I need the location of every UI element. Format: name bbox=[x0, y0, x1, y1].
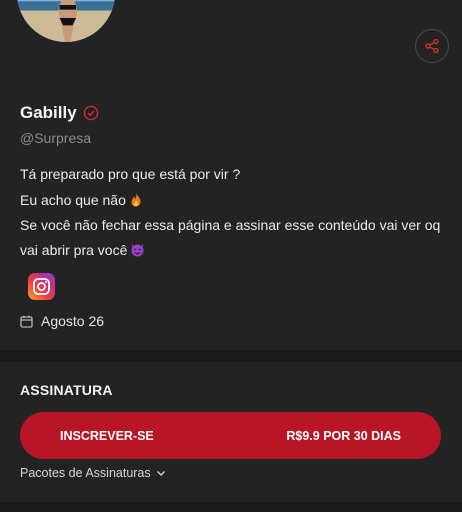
profile-name: Gabilly bbox=[20, 103, 77, 122]
avatar[interactable] bbox=[13, 0, 119, 46]
name-row: Gabilly bbox=[20, 103, 99, 123]
bio-line: Se você não fechar essa página e assinar… bbox=[20, 217, 441, 258]
bio-line: Eu acho que não bbox=[20, 188, 445, 213]
share-button[interactable] bbox=[415, 29, 449, 63]
subscribe-button[interactable]: INSCREVER-SE R$9.9 POR 30 DIAS bbox=[20, 412, 441, 459]
verified-badge-icon bbox=[83, 105, 98, 121]
subscription-packages-toggle[interactable]: Pacotes de Assinaturas bbox=[20, 466, 166, 480]
share-icon bbox=[425, 39, 439, 53]
devil-emoji-icon bbox=[131, 243, 144, 256]
subscription-price: R$9.9 POR 30 DIAS bbox=[286, 428, 401, 443]
instagram-icon bbox=[33, 278, 50, 295]
subscription-title: ASSINATURA bbox=[20, 382, 113, 398]
avatar-image bbox=[17, 0, 115, 42]
bio-line: Tá preparado pro que está por vir ? bbox=[20, 166, 241, 182]
instagram-link[interactable] bbox=[28, 273, 55, 300]
bottom-divider bbox=[0, 502, 462, 512]
chevron-down-icon bbox=[156, 471, 165, 476]
join-date-label: Agosto 26 bbox=[41, 313, 105, 329]
packages-label: Pacotes de Assinaturas bbox=[20, 466, 151, 480]
fire-emoji-icon bbox=[131, 192, 141, 206]
profile-bio: Tá preparado pro que está por vir ? Eu a… bbox=[20, 162, 445, 263]
join-date: Agosto 26 bbox=[20, 313, 104, 329]
calendar-icon bbox=[20, 315, 33, 328]
profile-header: Gabilly @Surpresa Tá preparado pro que e… bbox=[0, 0, 462, 350]
section-divider bbox=[0, 350, 462, 362]
subscribe-label: INSCREVER-SE bbox=[60, 428, 154, 443]
profile-handle: @Surpresa bbox=[20, 130, 92, 146]
